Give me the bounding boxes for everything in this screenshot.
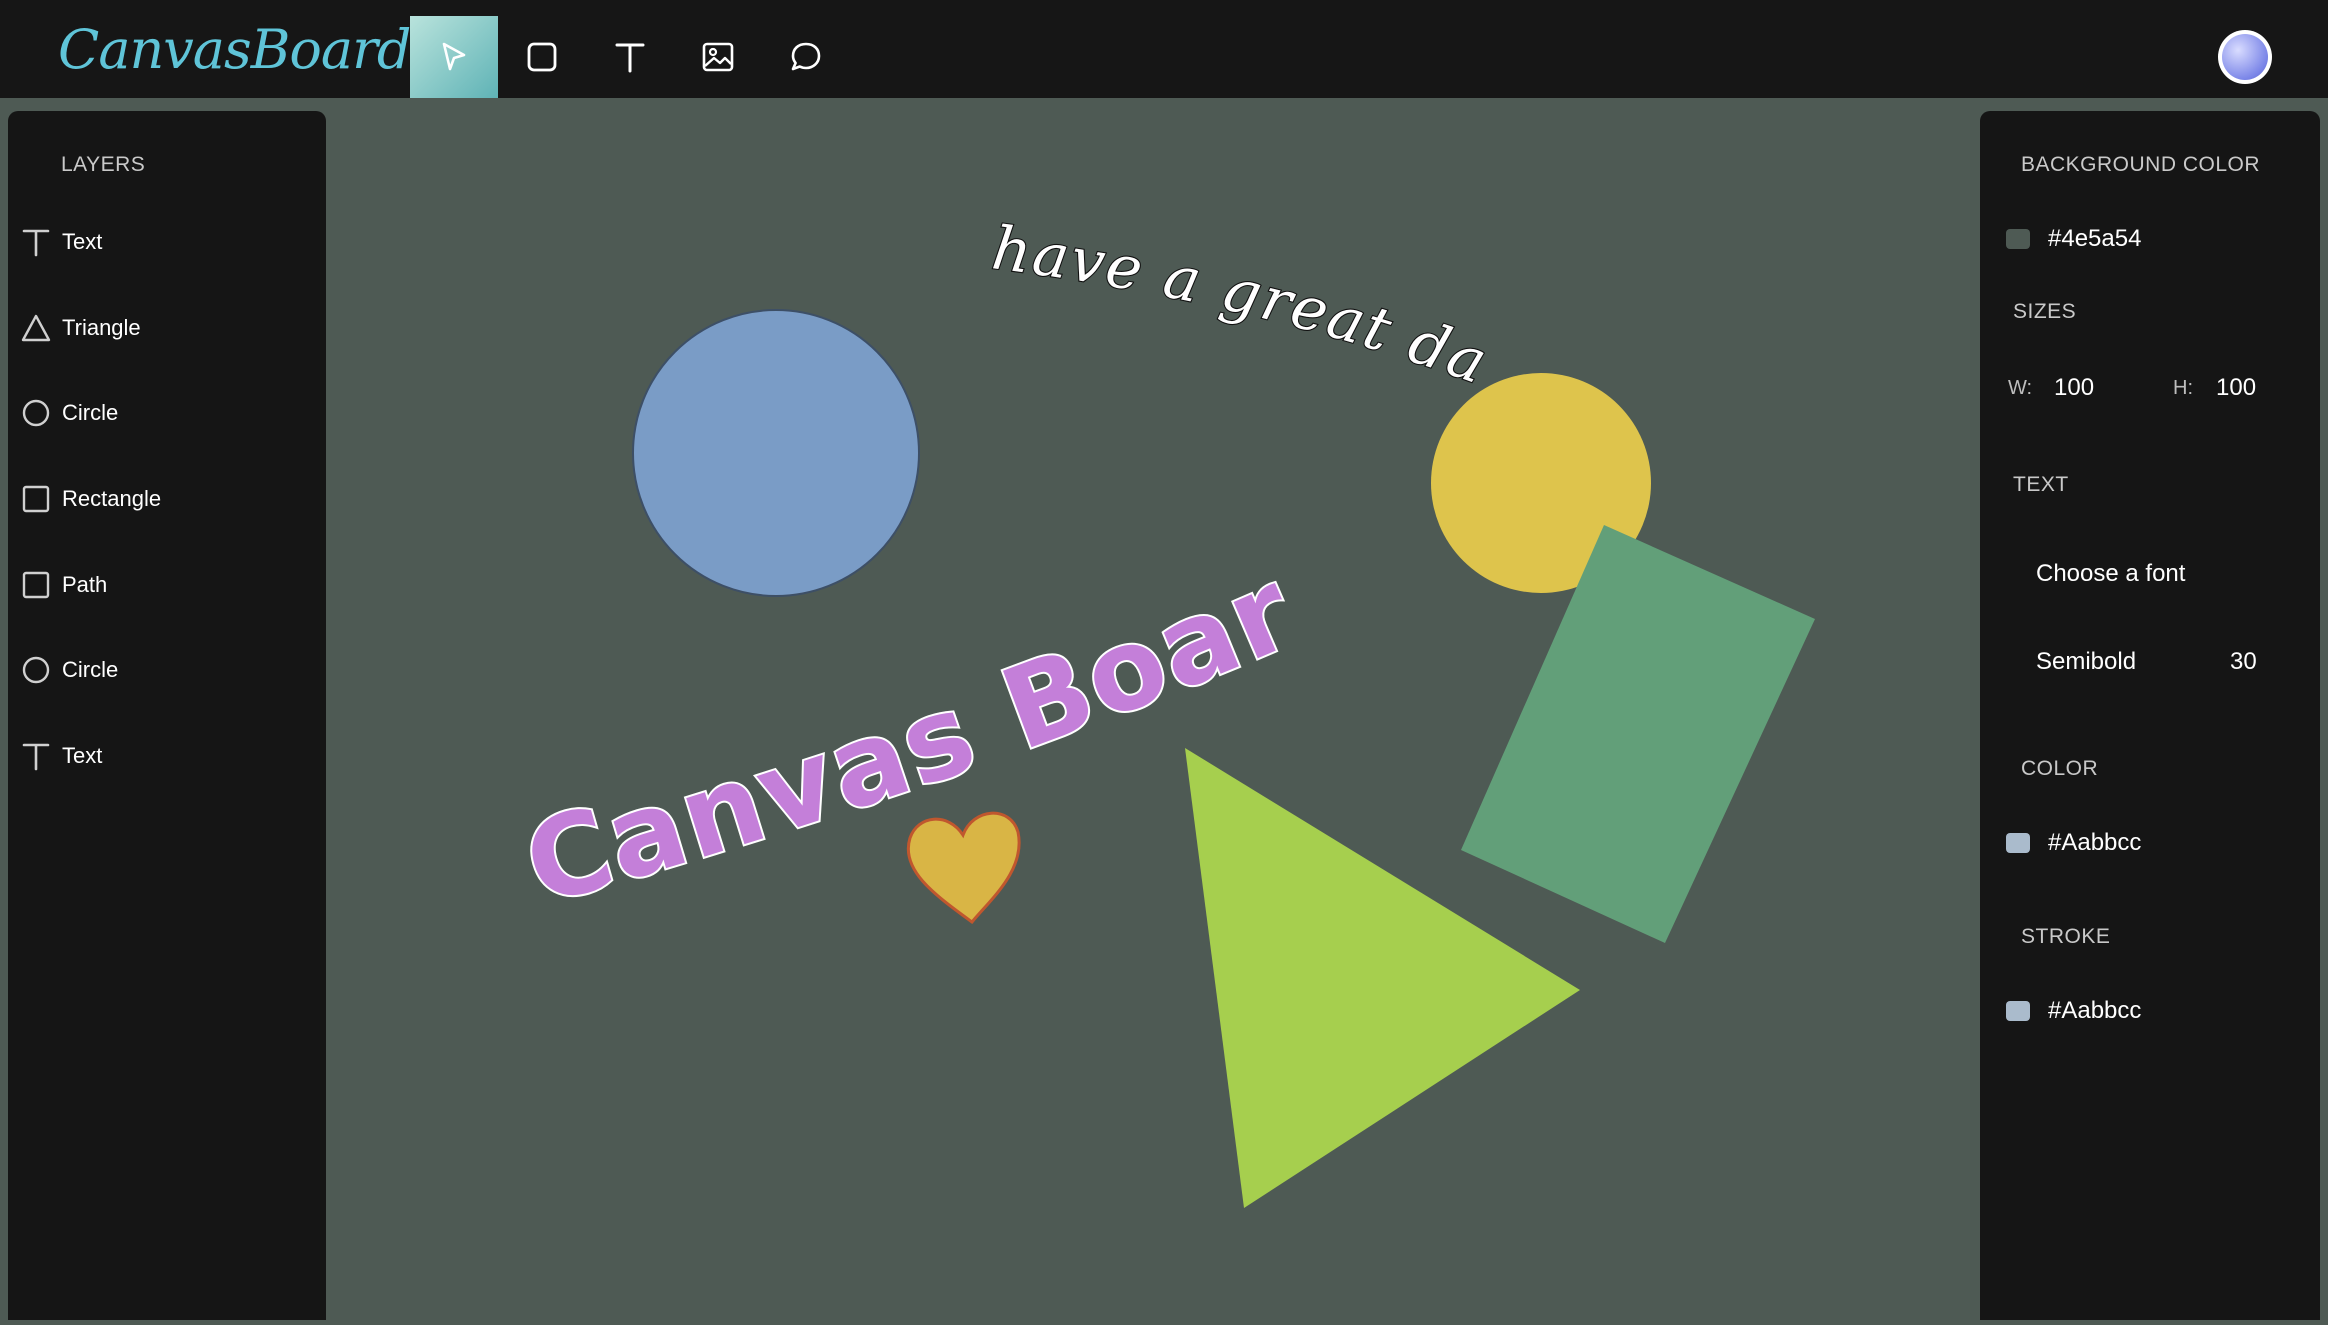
square-icon [527,42,557,72]
font-size-input[interactable]: 30 [2230,648,2257,676]
blue-circle-shape[interactable] [632,309,920,597]
layer-item-text[interactable]: Text [8,217,326,267]
background-color-picker[interactable]: #4e5a54 [2006,225,2141,253]
shape-tool-button[interactable] [498,16,586,98]
font-family-select[interactable]: Choose a font [2036,560,2185,588]
layer-item-rectangle[interactable]: Rectangle [8,474,326,524]
layers-heading: LAYERS [61,153,146,176]
layer-label: Triangle [62,315,141,340]
layer-label: Text [62,229,103,254]
top-toolbar: CanvasBoard [0,0,2328,98]
layer-label: Path [62,572,108,597]
text-tool-button[interactable] [586,16,674,98]
fill-color-swatch[interactable] [2006,833,2030,853]
cursor-icon [442,42,466,71]
layer-label: Text [62,743,103,768]
image-icon [702,42,734,72]
height-input[interactable]: 100 [2216,374,2256,402]
fill-color-value: #Aabbcc [2048,829,2142,856]
app-logo[interactable]: CanvasBoard [58,18,411,81]
height-label: H: [2173,377,2193,399]
layer-item-path[interactable]: Path [8,560,326,610]
layers-panel: LAYERS Text Triangle Circle Rectangle Pa… [8,111,326,1320]
layer-item-triangle[interactable]: Triangle [8,303,326,353]
color-heading: COLOR [2021,757,2099,780]
stroke-color-swatch[interactable] [2006,1001,2030,1021]
font-weight-select[interactable]: Semibold [2036,648,2136,676]
width-input[interactable]: 100 [2054,374,2094,402]
user-avatar[interactable] [2218,30,2272,84]
text-icon [22,743,50,771]
drawing-canvas[interactable]: have a great day Canvas Board! [0,0,1980,1320]
square-icon [22,571,50,599]
sizes-heading: SIZES [2013,300,2077,323]
layer-item-circle[interactable]: Circle [8,645,326,695]
circle-icon [22,399,50,427]
circle-icon [22,656,50,684]
fill-color-picker[interactable]: #Aabbcc [2006,829,2141,857]
heart-path-shape[interactable] [906,811,1021,925]
triangle-icon [21,314,51,342]
background-color-value: #4e5a54 [2048,225,2142,252]
properties-panel: BACKGROUND COLOR #4e5a54 SIZES W: 100 H:… [1980,111,2320,1320]
text-heading: TEXT [2013,473,2069,496]
square-icon [22,485,50,513]
canvas-svg: have a great day Canvas Board! [0,0,1815,1208]
layer-label: Circle [62,400,119,425]
curved-text-greeting[interactable]: have a great day [0,0,1497,400]
text-icon [22,229,50,257]
background-color-swatch[interactable] [2006,229,2030,249]
stroke-color-value: #Aabbcc [2048,997,2142,1024]
stroke-heading: STROKE [2021,925,2111,948]
width-label: W: [2008,377,2033,399]
stroke-color-picker[interactable]: #Aabbcc [2006,997,2141,1025]
avatar-image [2222,34,2268,80]
layer-label: Circle [62,657,119,682]
layer-item-text[interactable]: Text [8,731,326,781]
layer-label: Rectangle [62,486,162,511]
comment-tool-button[interactable] [762,16,850,98]
comment-icon [791,42,821,71]
select-tool-button[interactable] [410,16,498,98]
text-icon [615,43,645,73]
background-color-heading: BACKGROUND COLOR [2021,153,2261,176]
layer-item-circle[interactable]: Circle [8,388,326,438]
image-tool-button[interactable] [674,16,762,98]
